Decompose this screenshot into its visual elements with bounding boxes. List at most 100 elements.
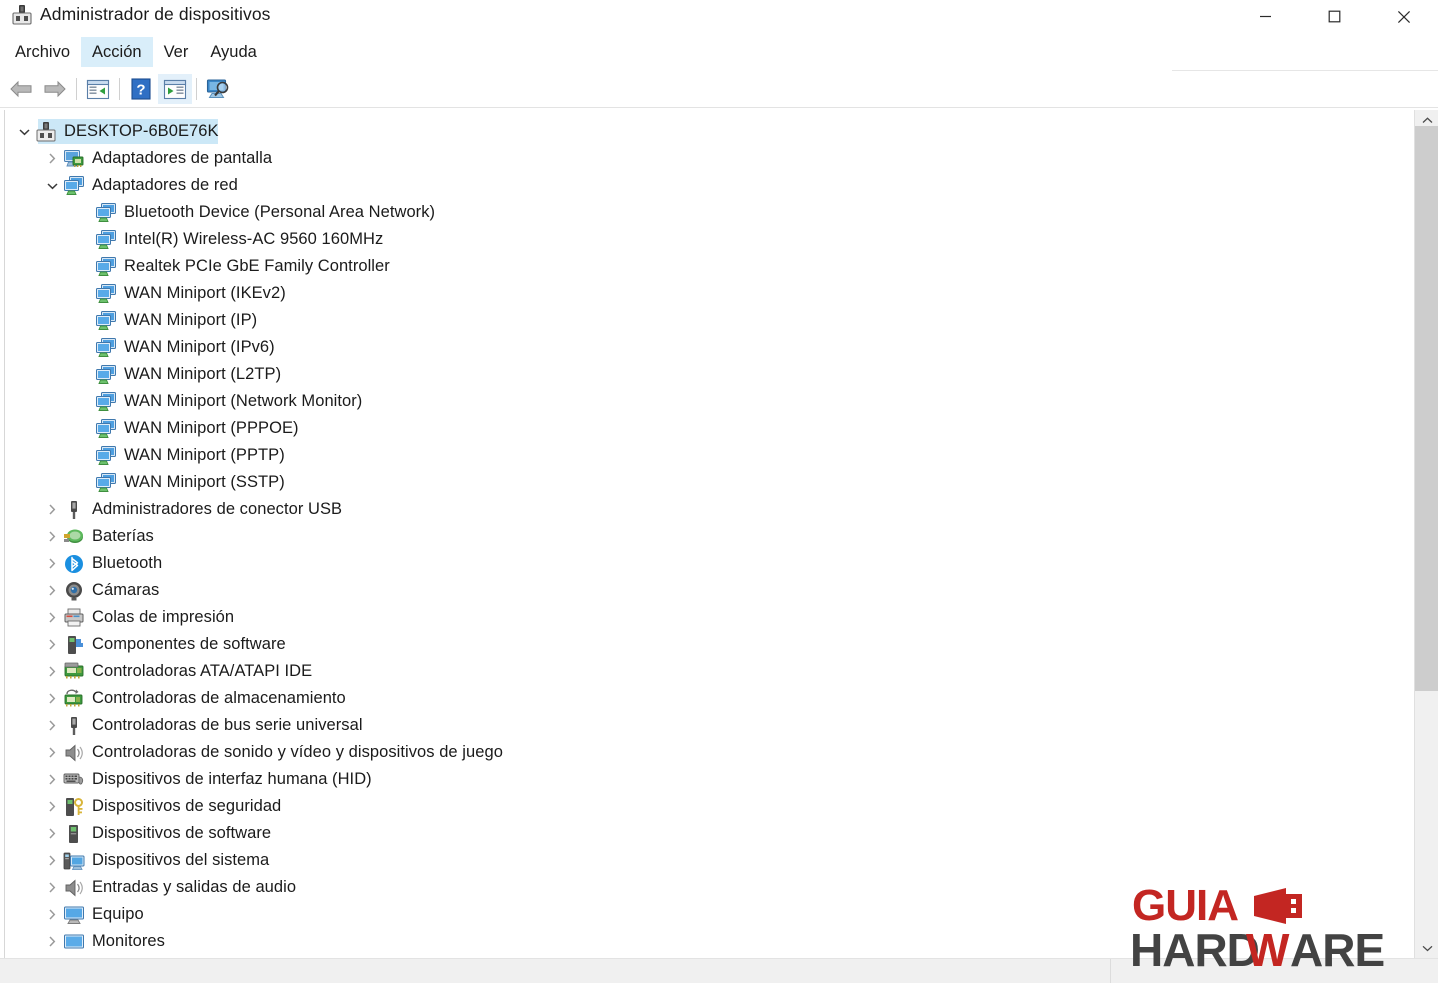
tree-device-item[interactable]: WAN Miniport (IP): [5, 307, 1414, 334]
chevron-right-icon[interactable]: [41, 631, 63, 658]
scroll-down-button[interactable]: [1415, 938, 1438, 958]
tree-category-item[interactable]: Controladoras de bus serie universal: [5, 712, 1414, 739]
minimize-button[interactable]: [1231, 0, 1300, 33]
chevron-right-icon[interactable]: [41, 766, 63, 793]
chevron-right-icon[interactable]: [41, 577, 63, 604]
chevron-down-icon[interactable]: [13, 118, 35, 145]
tree-item-label: WAN Miniport (PPPOE): [124, 419, 299, 437]
chevron-right-icon[interactable]: [41, 145, 63, 172]
tree-device-item[interactable]: WAN Miniport (L2TP): [5, 361, 1414, 388]
chevron-right-icon[interactable]: [41, 739, 63, 766]
tree-item-label: Colas de impresión: [92, 608, 235, 626]
tree-category-item[interactable]: Monitores: [5, 928, 1414, 955]
tree-item-label: Controladoras ATA/ATAPI IDE: [92, 662, 313, 680]
tree-category-item[interactable]: Dispositivos del sistema: [5, 847, 1414, 874]
tree-category-item[interactable]: Administradores de conector USB: [5, 496, 1414, 523]
tree-category-item[interactable]: Dispositivos de interfaz humana (HID): [5, 766, 1414, 793]
toolbar-separator: [196, 78, 197, 100]
help-question-icon[interactable]: ?: [124, 74, 158, 104]
chevron-right-icon[interactable]: [41, 874, 63, 901]
system-device-icon: [63, 850, 85, 872]
tree-device-item[interactable]: WAN Miniport (Network Monitor): [5, 388, 1414, 415]
tree-category-item[interactable]: Dispositivos de software: [5, 820, 1414, 847]
chevron-right-icon[interactable]: [41, 523, 63, 550]
tree-device-item[interactable]: WAN Miniport (PPTP): [5, 442, 1414, 469]
vertical-scrollbar[interactable]: [1414, 110, 1438, 958]
tree-category-item[interactable]: Cámaras: [5, 577, 1414, 604]
camera-icon: [63, 580, 85, 602]
device-tree[interactable]: DESKTOP-6B0E76K Adaptadores de pantalla Ad…: [4, 110, 1414, 958]
hid-device-icon: [63, 769, 85, 791]
security-device-icon: [63, 796, 85, 818]
tree-category-item[interactable]: Controladoras de sonido y vídeo y dispos…: [5, 739, 1414, 766]
chevron-right-icon[interactable]: [41, 928, 63, 955]
tree-category-item[interactable]: Bluetooth: [5, 550, 1414, 577]
network-device-icon: [95, 256, 117, 278]
tree-root-node[interactable]: DESKTOP-6B0E76K: [5, 118, 1414, 145]
tree-device-item[interactable]: WAN Miniport (SSTP): [5, 469, 1414, 496]
chevron-right-icon[interactable]: [41, 901, 63, 928]
bluetooth-icon: [63, 553, 85, 575]
tree-item-label: Administradores de conector USB: [92, 500, 343, 518]
chevron-right-icon[interactable]: [41, 820, 63, 847]
chevron-down-icon[interactable]: [41, 172, 63, 199]
tree-category-item[interactable]: Baterías: [5, 523, 1414, 550]
tree-category-item[interactable]: Equipo: [5, 901, 1414, 928]
chevron-right-icon[interactable]: [41, 793, 63, 820]
tree-device-item[interactable]: WAN Miniport (IKEv2): [5, 280, 1414, 307]
properties-panel-icon[interactable]: [81, 74, 115, 104]
usb-connector-icon: [63, 499, 85, 521]
chevron-right-icon[interactable]: [41, 496, 63, 523]
tree-category-item[interactable]: Adaptadores de red: [5, 172, 1414, 199]
chevron-right-icon[interactable]: [41, 712, 63, 739]
close-button[interactable]: [1369, 0, 1438, 33]
vertical-scroll-thumb[interactable]: [1415, 126, 1438, 691]
forward-arrow-icon[interactable]: [38, 74, 72, 104]
tree-device-item[interactable]: Realtek PCIe GbE Family Controller: [5, 253, 1414, 280]
chevron-right-icon[interactable]: [41, 604, 63, 631]
scan-hardware-changes-icon[interactable]: [201, 74, 235, 104]
chevron-right-icon[interactable]: [41, 658, 63, 685]
maximize-button[interactable]: [1300, 0, 1369, 33]
horizontal-scrollbar[interactable]: [0, 958, 1438, 983]
tree-item-label: Componentes de software: [92, 635, 286, 653]
tree-category-item[interactable]: Entradas y salidas de audio: [5, 874, 1414, 901]
chevron-right-icon[interactable]: [41, 685, 63, 712]
menu-archivo[interactable]: Archivo: [4, 37, 81, 67]
tree-item-label: Entradas y salidas de audio: [92, 878, 297, 896]
printer-icon: [63, 607, 85, 629]
menu-ver[interactable]: Ver: [153, 37, 200, 67]
show-hidden-panel-icon[interactable]: [158, 74, 192, 104]
menu-bar: Archivo Acción Ver Ayuda: [0, 33, 1172, 71]
chevron-right-icon[interactable]: [41, 847, 63, 874]
sound-controller-icon: [63, 742, 85, 764]
tree-item-label: Realtek PCIe GbE Family Controller: [124, 257, 390, 275]
tree-item-label: WAN Miniport (IKEv2): [124, 284, 286, 302]
storage-controller-icon: [63, 688, 85, 710]
tree-device-item[interactable]: WAN Miniport (PPPOE): [5, 415, 1414, 442]
tree-device-item[interactable]: Bluetooth Device (Personal Area Network): [5, 199, 1414, 226]
menu-accion[interactable]: Acción: [81, 37, 153, 67]
software-component-icon: [63, 634, 85, 656]
computer-icon: [35, 121, 57, 143]
tree-category-item[interactable]: Adaptadores de pantalla: [5, 145, 1414, 172]
tree-category-item[interactable]: Componentes de software: [5, 631, 1414, 658]
tree-category-item[interactable]: Controladoras ATA/ATAPI IDE: [5, 658, 1414, 685]
back-arrow-icon[interactable]: [4, 74, 38, 104]
tree-item-label: Equipo: [92, 905, 144, 923]
chevron-right-icon[interactable]: [41, 550, 63, 577]
tree-category-item[interactable]: Dispositivos de seguridad: [5, 793, 1414, 820]
tree-item-label: Dispositivos de interfaz humana (HID): [92, 770, 372, 788]
computer-monitor-icon: [63, 904, 85, 926]
tree-item-label: WAN Miniport (SSTP): [124, 473, 285, 491]
tree-item-label: Adaptadores de red: [92, 176, 238, 194]
menu-ayuda[interactable]: Ayuda: [199, 37, 268, 67]
tree-device-item[interactable]: Intel(R) Wireless-AC 9560 160MHz: [5, 226, 1414, 253]
software-device-icon: [63, 823, 85, 845]
tree-category-item[interactable]: Controladoras de almacenamiento: [5, 685, 1414, 712]
tree-category-item[interactable]: Colas de impresión: [5, 604, 1414, 631]
tree-item-label: Bluetooth: [92, 554, 163, 572]
tree-device-item[interactable]: WAN Miniport (IPv6): [5, 334, 1414, 361]
tree-item-label: Adaptadores de pantalla: [92, 149, 273, 167]
display-adapter-icon: [63, 148, 85, 170]
